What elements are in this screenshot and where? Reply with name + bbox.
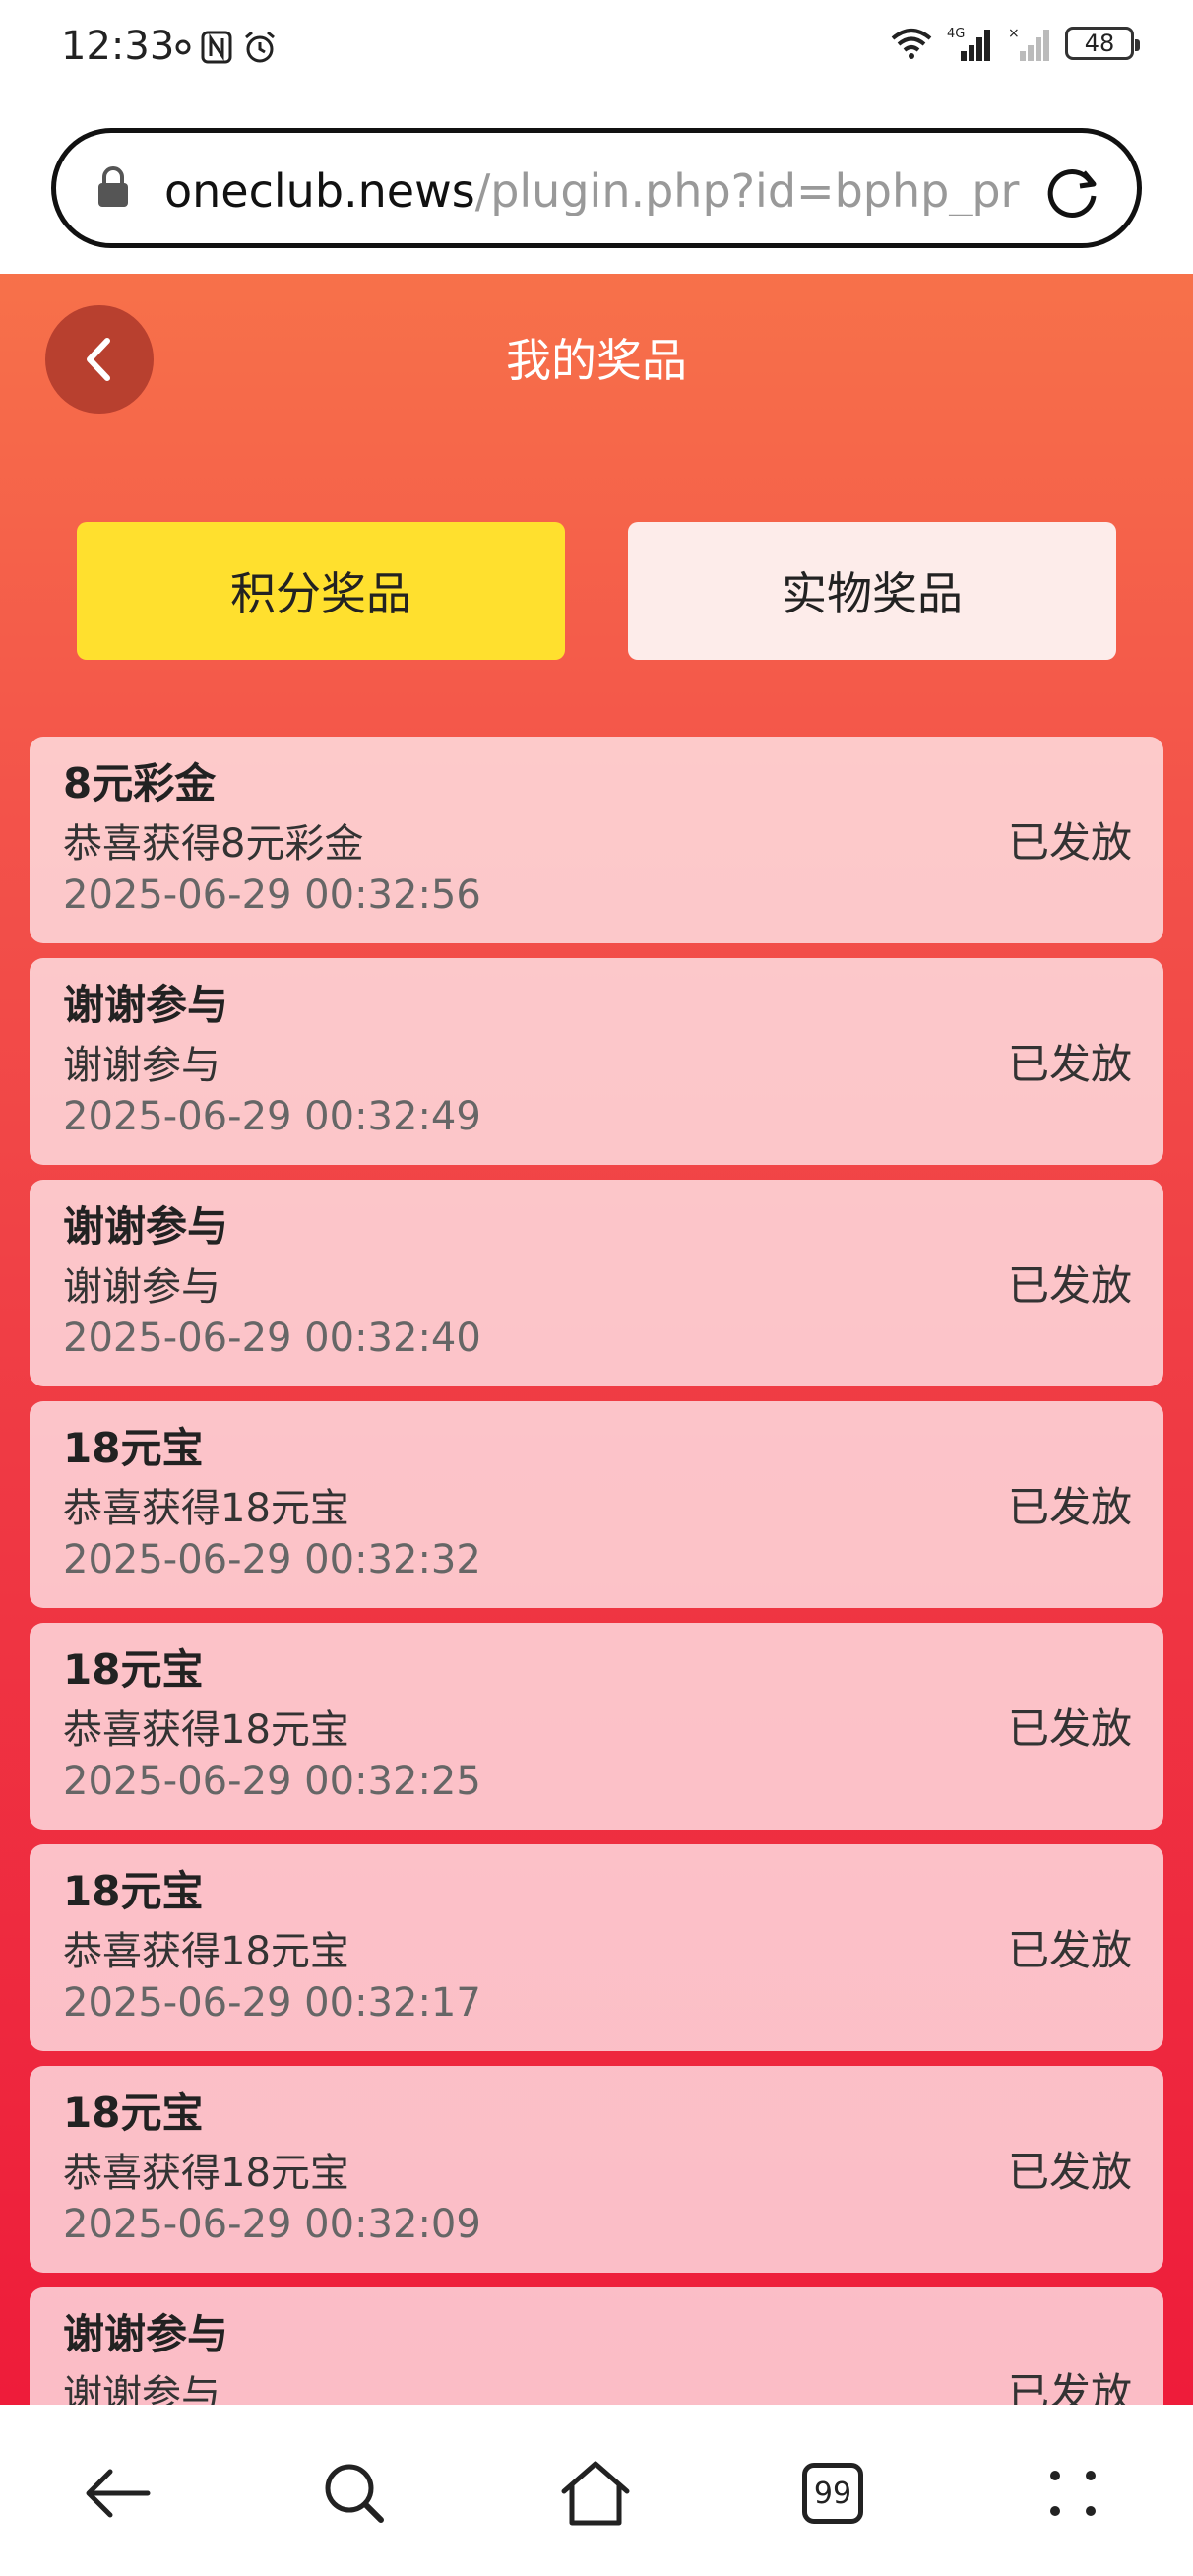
url-path: /plugin.php?id=bphp_pr bbox=[474, 166, 1020, 216]
prize-desc: 谢谢参与 bbox=[63, 2372, 220, 2405]
nav-back-button[interactable] bbox=[69, 2444, 167, 2543]
prize-status: 已发放 bbox=[1007, 1705, 1132, 1753]
prize-status: 已发放 bbox=[1007, 2369, 1132, 2405]
prize-desc: 恭喜获得18元宝 bbox=[63, 2151, 349, 2196]
prize-title: 谢谢参与 bbox=[63, 981, 229, 1029]
home-icon bbox=[561, 2461, 630, 2526]
prize-card: 谢谢参与 谢谢参与 2025-06-29 00:32:40 已发放 bbox=[30, 1180, 1163, 1386]
prize-card: 18元宝 恭喜获得18元宝 2025-06-29 00:32:25 已发放 bbox=[30, 1623, 1163, 1830]
prize-title: 18元宝 bbox=[63, 2089, 204, 2137]
lock-icon bbox=[98, 166, 128, 207]
tab-physical-prizes[interactable]: 实物奖品 bbox=[628, 522, 1116, 660]
prize-card: 18元宝 恭喜获得18元宝 2025-06-29 00:32:09 已发放 bbox=[30, 2066, 1163, 2273]
prize-status: 已发放 bbox=[1007, 1483, 1132, 1531]
prize-time: 2025-06-29 00:32:40 bbox=[63, 1316, 481, 1361]
svg-text:×: × bbox=[1008, 26, 1020, 41]
prize-list: 8元彩金 恭喜获得8元彩金 2025-06-29 00:32:56 已发放 谢谢… bbox=[30, 737, 1163, 2405]
url-host: oneclub.news bbox=[164, 166, 475, 216]
alarm-icon bbox=[245, 31, 275, 63]
prize-time: 2025-06-29 00:32:17 bbox=[63, 1980, 481, 2026]
nav-menu-button[interactable] bbox=[1024, 2444, 1122, 2543]
search-icon bbox=[325, 2464, 384, 2523]
browser-bottom-nav: 99 bbox=[0, 2405, 1193, 2576]
browser-toolbar: oneclub.news/plugin.php?id=bphp_pr bbox=[0, 98, 1193, 274]
prize-time: 2025-06-29 00:32:32 bbox=[63, 1537, 481, 1582]
prize-title: 18元宝 bbox=[63, 1867, 204, 1915]
tabs-count: 99 bbox=[813, 2476, 852, 2511]
nav-search-button[interactable] bbox=[305, 2444, 404, 2543]
battery-level: 48 bbox=[1084, 30, 1115, 57]
prize-status: 已发放 bbox=[1007, 818, 1132, 867]
url-text[interactable]: oneclub.news/plugin.php?id=bphp_pr bbox=[164, 166, 1050, 216]
status-right-icons: 4G × 48 bbox=[890, 26, 1140, 61]
prize-card: 18元宝 恭喜获得18元宝 2025-06-29 00:32:32 已发放 bbox=[30, 1401, 1163, 1608]
signal-4g-icon: 4G bbox=[947, 27, 990, 61]
more-dots-icon bbox=[1050, 2471, 1096, 2516]
prize-title: 谢谢参与 bbox=[63, 1202, 229, 1251]
status-bar: 12:33 4G × 48 bbox=[0, 0, 1193, 98]
prize-desc: 谢谢参与 bbox=[63, 1043, 220, 1088]
prizes-page: 我的奖品 积分奖品 实物奖品 8元彩金 恭喜获得8元彩金 2025-06-29 … bbox=[0, 274, 1193, 2405]
page-title: 我的奖品 bbox=[506, 334, 687, 387]
prize-desc: 恭喜获得8元彩金 bbox=[63, 821, 364, 867]
prize-status: 已发放 bbox=[1007, 1261, 1132, 1310]
prize-status: 已发放 bbox=[1007, 1926, 1132, 1974]
prize-status: 已发放 bbox=[1007, 1040, 1132, 1088]
prize-card: 18元宝 恭喜获得18元宝 2025-06-29 00:32:17 已发放 bbox=[30, 1844, 1163, 2051]
tabs-count-icon: 99 bbox=[802, 2463, 863, 2524]
nfc-icon bbox=[201, 31, 232, 64]
arrow-left-icon bbox=[86, 2469, 151, 2518]
nav-tabs-button[interactable]: 99 bbox=[784, 2444, 882, 2543]
prize-desc: 恭喜获得18元宝 bbox=[63, 1707, 349, 1753]
status-left-icons bbox=[175, 30, 278, 65]
prize-title: 18元宝 bbox=[63, 1645, 204, 1694]
status-time: 12:33 bbox=[61, 24, 175, 69]
prize-time: 2025-06-29 00:32:25 bbox=[63, 1759, 481, 1804]
prize-title: 谢谢参与 bbox=[63, 2310, 229, 2358]
prize-card: 8元彩金 恭喜获得8元彩金 2025-06-29 00:32:56 已发放 bbox=[30, 737, 1163, 943]
wifi-icon bbox=[891, 29, 932, 59]
notification-dot-icon bbox=[175, 39, 191, 55]
prize-time: 2025-06-29 00:32:49 bbox=[63, 1094, 481, 1139]
prize-card: 谢谢参与 谢谢参与 已发放 bbox=[30, 2287, 1163, 2405]
prize-card: 谢谢参与 谢谢参与 2025-06-29 00:32:49 已发放 bbox=[30, 958, 1163, 1165]
address-bar[interactable]: oneclub.news/plugin.php?id=bphp_pr bbox=[51, 128, 1142, 248]
nav-home-button[interactable] bbox=[546, 2444, 645, 2543]
tab-points-prizes[interactable]: 积分奖品 bbox=[77, 522, 565, 660]
prize-time: 2025-06-29 00:32:56 bbox=[63, 872, 481, 918]
signal-weak-icon: × bbox=[1008, 26, 1049, 61]
prize-desc: 谢谢参与 bbox=[63, 1264, 220, 1310]
prize-status: 已发放 bbox=[1007, 2148, 1132, 2196]
reload-icon[interactable] bbox=[1042, 162, 1101, 222]
prize-time: 2025-06-29 00:32:09 bbox=[63, 2202, 481, 2247]
svg-text:4G: 4G bbox=[947, 27, 965, 41]
battery-icon: 48 bbox=[1065, 27, 1140, 60]
prize-desc: 恭喜获得18元宝 bbox=[63, 1929, 349, 1974]
prize-title: 8元彩金 bbox=[63, 759, 217, 807]
prize-title: 18元宝 bbox=[63, 1424, 204, 1472]
prize-desc: 恭喜获得18元宝 bbox=[63, 1486, 349, 1531]
